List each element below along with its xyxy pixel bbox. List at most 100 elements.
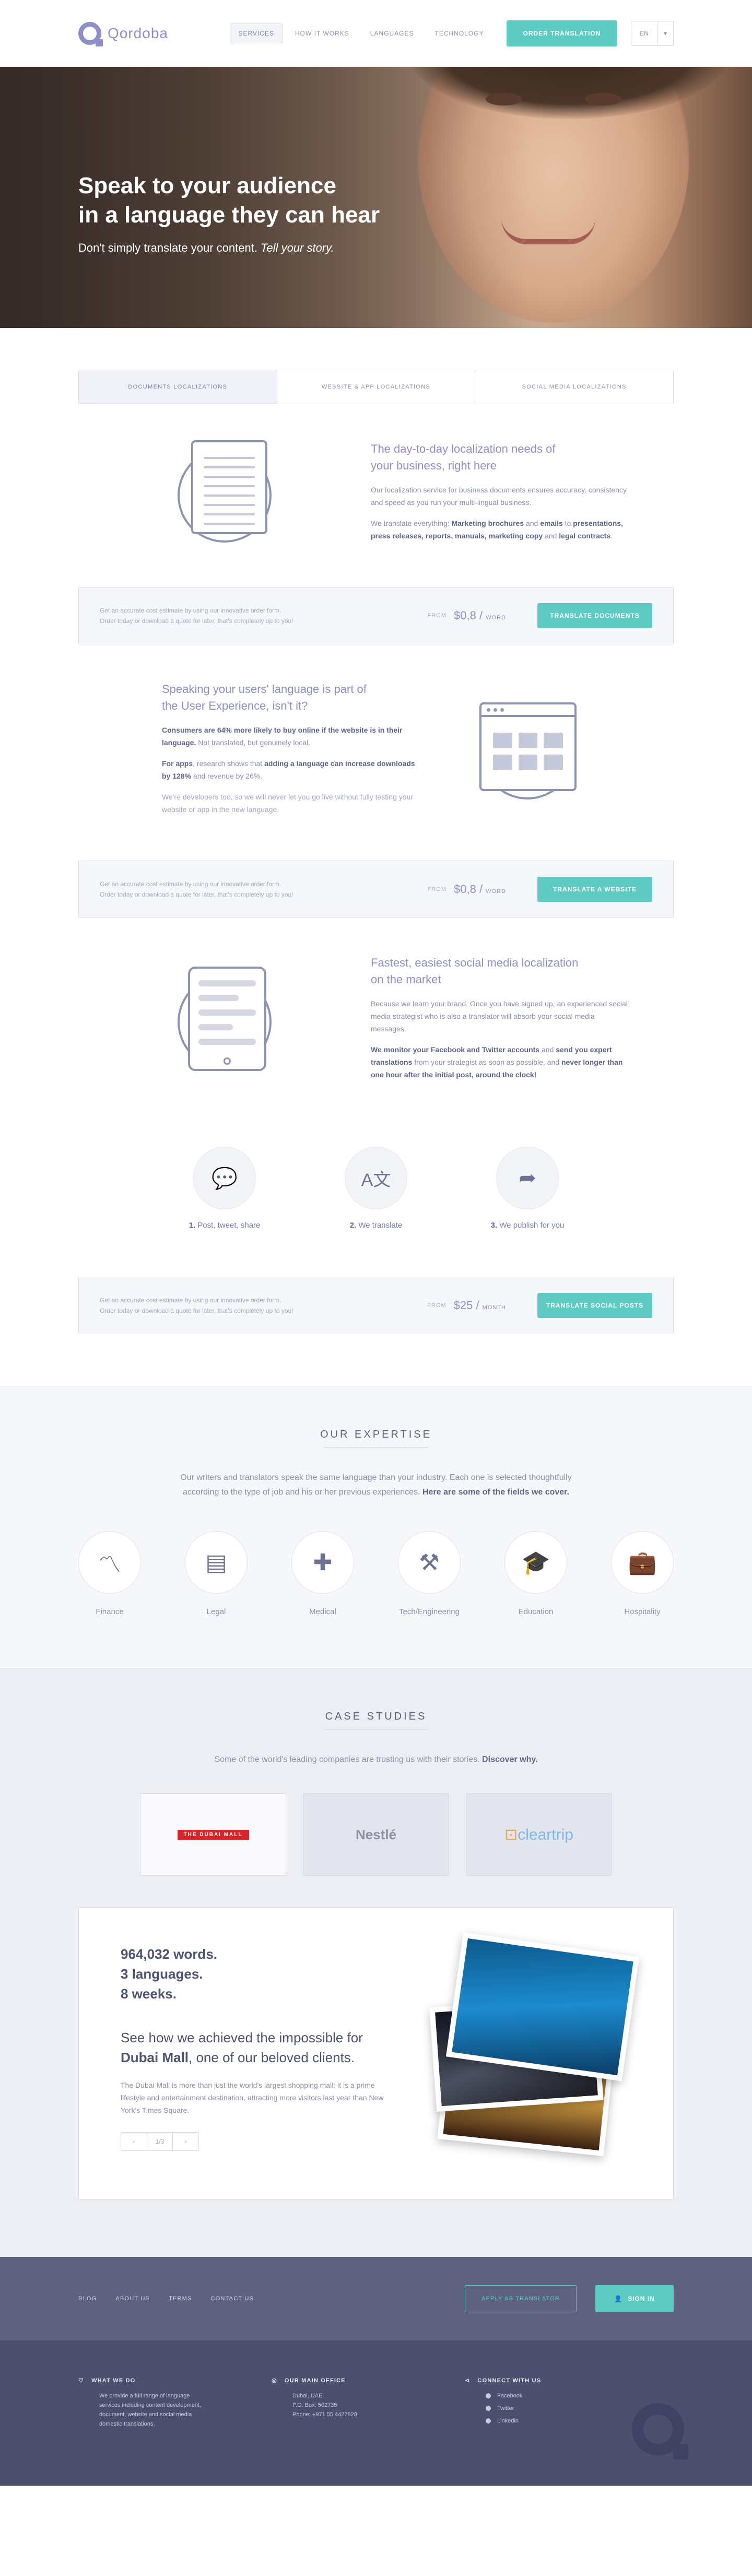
field-hospitality[interactable]: 💼 Hospitality [611,1531,674,1616]
pager-next-button[interactable]: › [172,2133,198,2150]
cleartrip-mark: ⊡ [504,1826,518,1843]
pager-prev-button[interactable]: ‹ [121,2133,147,2150]
social-facebook[interactable]: Facebook [465,2391,658,2401]
language-value: EN [640,30,649,37]
divider [324,1729,428,1730]
field-finance[interactable]: 〽 Finance [78,1531,141,1616]
documents-title: The day-to-day localization needs of your… [371,441,632,474]
client-dubai-mall[interactable]: THE DUBAI MALL [140,1793,286,1876]
field-legal[interactable]: ▤ Legal [185,1531,248,1616]
translate-social-button[interactable]: Translate social posts [537,1293,652,1318]
footer-link-contact[interactable]: Contact us [211,2296,254,2302]
language-select[interactable]: EN ▾ [631,21,674,46]
facebook-icon [486,2393,491,2398]
t: 964,032 words. [121,1946,217,1962]
t: , one of our beloved clients. [189,2050,355,2065]
social-linkedin[interactable]: Linkedin [465,2416,658,2426]
estimate-note-line1: Get an accurate cost estimate by using o… [100,607,281,614]
case-pager: ‹ 1/3 › [121,2132,199,2151]
estimate-bar-social: Get an accurate cost estimate by using o… [78,1277,674,1334]
price-amount: $25 / [453,1299,483,1312]
linkedin-icon [486,2418,491,2424]
client-nestle[interactable]: Nestlé [303,1793,449,1876]
footer-heading: ♡ What we do [78,2377,272,2384]
translate-website-button[interactable]: Translate a website [537,877,652,902]
hero-subtitle: Don't simply translate your content. Tel… [78,241,380,255]
social-steps: 💬 1. Post, tweet, share A文 2. We transla… [78,1126,674,1277]
price-from-label: FROM [427,613,447,619]
share-arrow-icon: ➦ [496,1147,559,1209]
tab-documents[interactable]: Documents localizations [79,370,277,404]
website-note: We're developers too, so we will never l… [162,793,413,814]
footer-link-about[interactable]: About us [115,2296,150,2302]
office-line: P.O. Box: 502735 [292,2402,337,2408]
price-amount: $0,8 / [454,883,486,896]
tab-website-app[interactable]: Website & app localizations [276,370,475,404]
sign-in-button[interactable]: 👤 Sign in [595,2285,674,2312]
t: Not translated, but genuinely local. [196,738,311,747]
field-label: Education [518,1607,554,1616]
field-medical[interactable]: ✚ Medical [291,1531,354,1616]
social-text: Fastest, easiest social media localizati… [371,955,632,1089]
hero-title-line1: Speak to your audience [78,173,336,198]
expertise-title: OUR EXPERTISE [320,1429,432,1440]
social-twitter[interactable]: Twitter [465,2404,658,2413]
price-value: $0,8 / WORD [454,609,506,622]
t: 3 languages. [121,1966,203,1982]
footer-office: ◎ Our main office Dubai, UAE P.O. Box: 50… [272,2377,465,2429]
sign-in-label: Sign in [628,2295,655,2302]
cleartrip-wordmark: cleartrip [518,1826,573,1843]
chevron-down-icon: ▾ [656,21,673,45]
tab-social-media[interactable]: Social media localizations [475,370,673,404]
t: emails [540,519,563,527]
estimate-note-line1: Get an accurate cost estimate by using o… [100,880,281,888]
step-number: 2. [349,1221,357,1230]
t: For apps [162,759,193,768]
footer-link-terms[interactable]: Terms [169,2296,192,2302]
t: Our main office [284,2377,346,2384]
price-from-label: FROM [427,886,447,892]
social-title-line1: Fastest, easiest social media localizati… [371,956,579,969]
nav-services[interactable]: Services [229,23,284,43]
footer-what-text: We provide a full range of language serv… [99,2393,202,2427]
social-intro: Because we learn your brand. Once you ha… [371,999,628,1033]
field-tech[interactable]: ⚒ Tech/Engineering [398,1531,461,1616]
translate-documents-button[interactable]: Translate documents [537,603,652,628]
dubai-mall-logo: THE DUBAI MALL [177,1829,249,1840]
t: Connect with us [477,2377,542,2384]
case-study-text: 964,032 words. 3 languages. 8 weeks. See h… [121,1944,413,2162]
logo-mark-icon [78,22,103,46]
social-list: Facebook Twitter Linkedin [465,2391,658,2426]
client-cleartrip[interactable]: ⊡cleartrip [466,1793,612,1876]
apply-translator-button[interactable]: Apply as translator [465,2285,577,2312]
estimate-note: Get an accurate cost estimate by using o… [100,605,350,626]
estimate-note-line2: Order today or download a quote for late… [100,1307,293,1314]
t: Here are some of the fields we cover. [422,1488,569,1497]
documents-list: We translate everything: Marketing broch… [371,517,632,542]
website-illustration [423,702,632,799]
case-body: The Dubai Mall is more than just the wor… [121,2081,384,2114]
step-text: Post, tweet, share [197,1221,261,1230]
step-label: 1. Post, tweet, share [172,1221,277,1230]
hero-subtitle-plain: Don't simply translate your content. [78,241,261,254]
nav-how-it-works[interactable]: How it works [286,23,358,43]
share-icon: ⋖ [465,2378,471,2384]
nav-languages[interactable]: Languages [361,23,423,43]
t: from your strategist as soon as possible… [412,1058,561,1066]
logo[interactable]: Qordoba [78,22,168,46]
t: Dubai Mall [121,2050,189,2065]
footer-link-blog[interactable]: Blog [78,2296,97,2302]
discover-why-link[interactable]: Discover why. [482,1755,537,1764]
hero-text: Speak to your audience in a language they… [78,171,380,255]
translate-icon: A文 [345,1147,407,1209]
field-education[interactable]: 🎓 Education [504,1531,567,1616]
footer-links: Blog About us Terms Contact us [78,2296,254,2302]
documents-illustration [78,440,371,543]
nav-technology[interactable]: Technology [426,23,493,43]
document-sheet [191,440,267,534]
case-studies-section: CASE STUDIES Some of the world's leading… [0,1669,752,2257]
t: and revenue by 26%. [191,772,263,780]
documents-title-line1: The day-to-day localization needs of [371,442,556,455]
case-photo [445,1932,640,2081]
order-translation-button[interactable]: Order translation [506,20,618,46]
